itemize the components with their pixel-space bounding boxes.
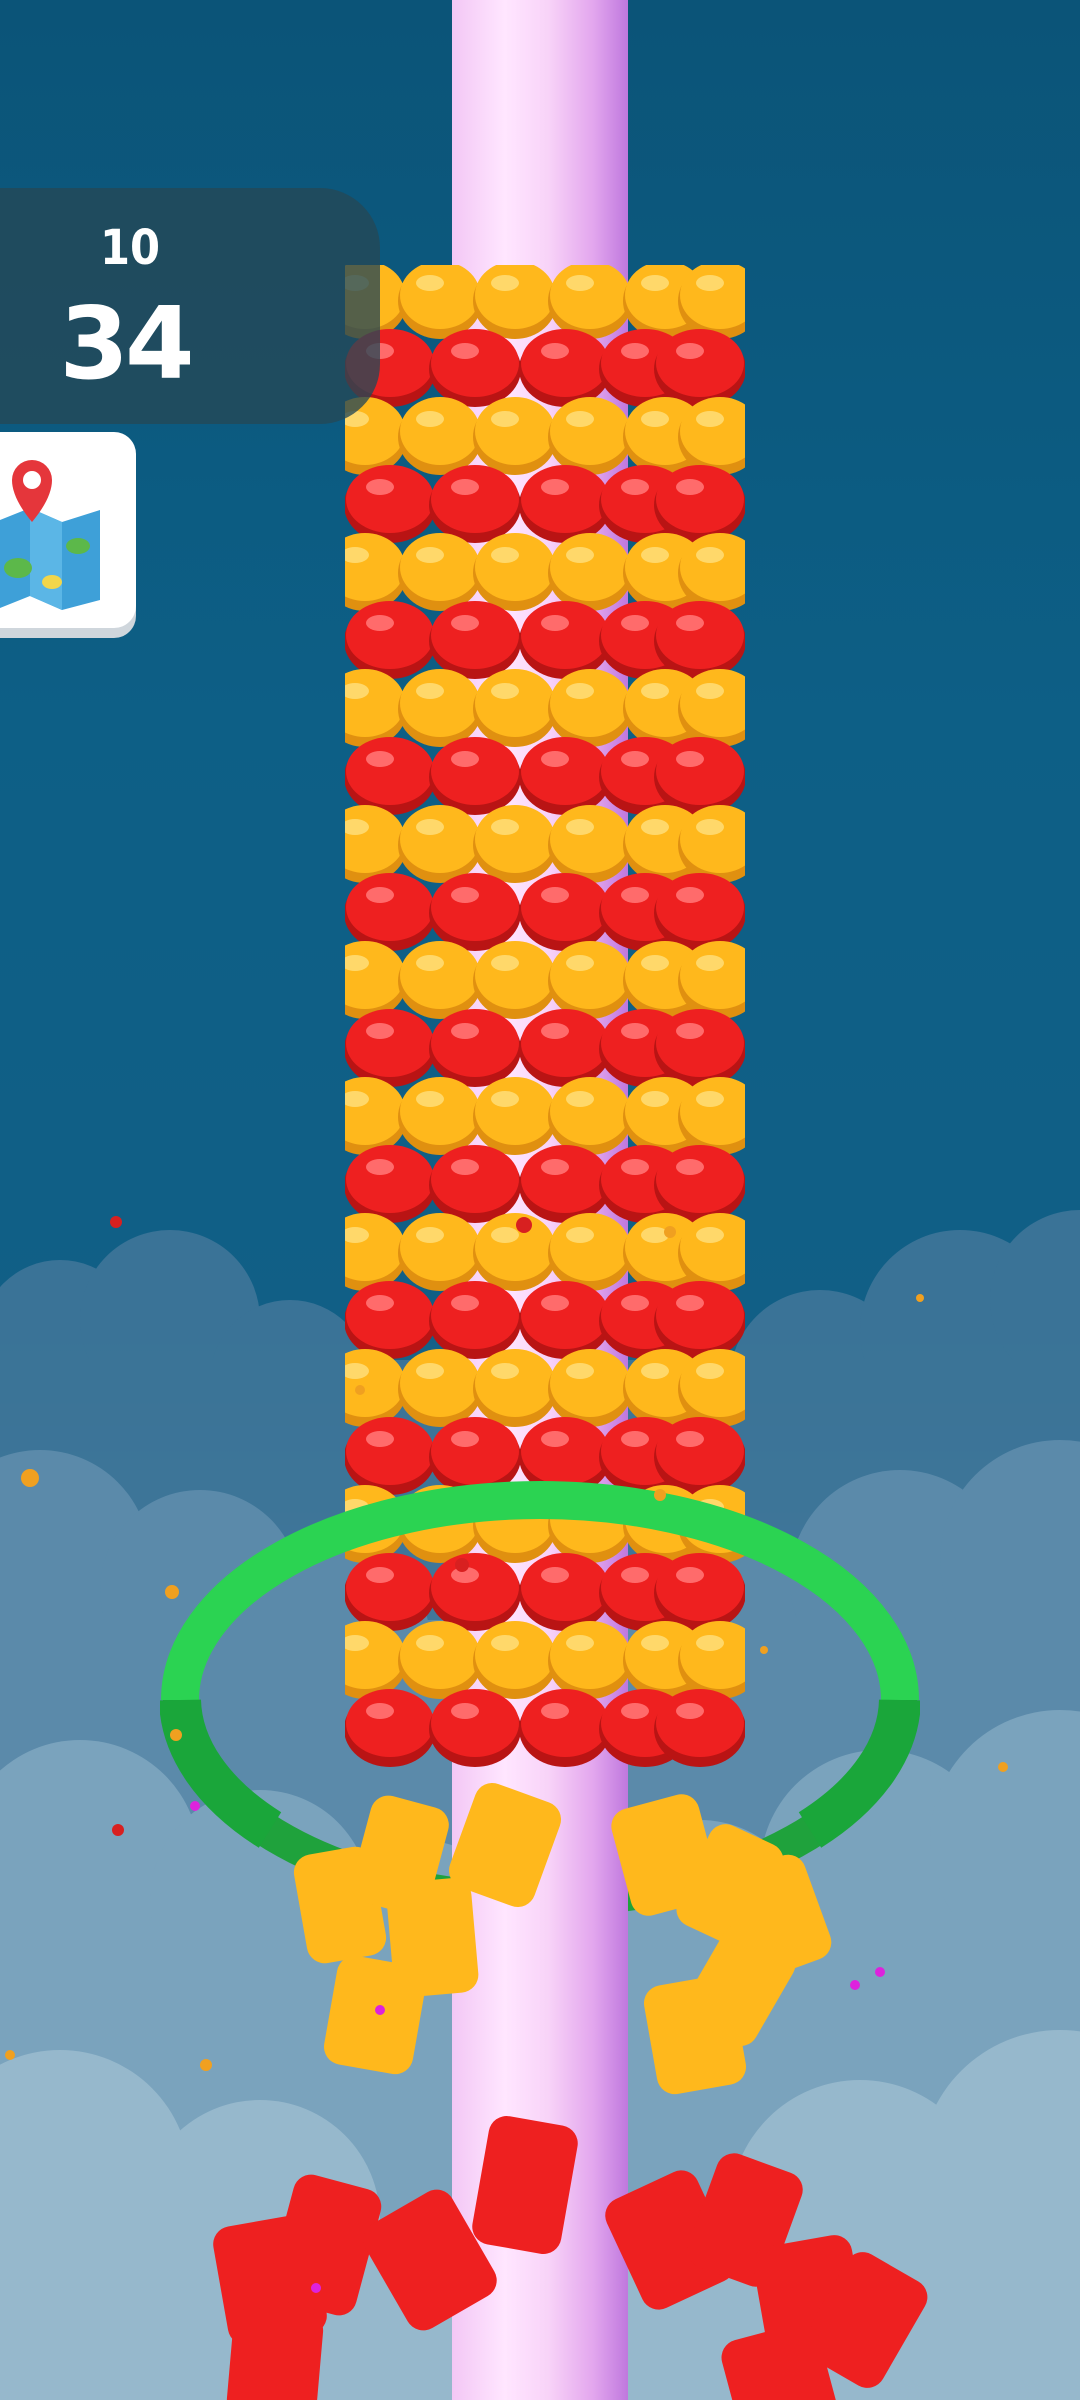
- particle: [850, 1980, 860, 1990]
- particle: [200, 2059, 212, 2071]
- particle: [110, 1216, 122, 1228]
- particle: [654, 1489, 666, 1501]
- falling-yellow-kernel: [323, 1955, 427, 2075]
- particle: [112, 1824, 124, 1836]
- particle: [5, 2050, 15, 2060]
- particle: [21, 1469, 39, 1487]
- score-counter: 34: [59, 285, 194, 402]
- falling-red-kernel: [472, 2116, 578, 2254]
- particle: [760, 1646, 768, 1654]
- particle: [516, 1217, 532, 1233]
- map-pin-icon: [0, 460, 100, 610]
- level-number: 10: [99, 220, 161, 276]
- particle: [190, 1801, 200, 1811]
- particle: [311, 2283, 321, 2293]
- map-button[interactable]: [0, 432, 136, 628]
- particle: [375, 2005, 385, 2015]
- particle: [664, 1226, 676, 1238]
- falling-red-kernel: [226, 2307, 324, 2400]
- particle: [998, 1762, 1008, 1772]
- particle: [875, 1967, 885, 1977]
- particle: [455, 1558, 469, 1572]
- particle: [916, 1294, 924, 1302]
- particle: [170, 1729, 182, 1741]
- particle: [355, 1385, 365, 1395]
- particle: [165, 1585, 179, 1599]
